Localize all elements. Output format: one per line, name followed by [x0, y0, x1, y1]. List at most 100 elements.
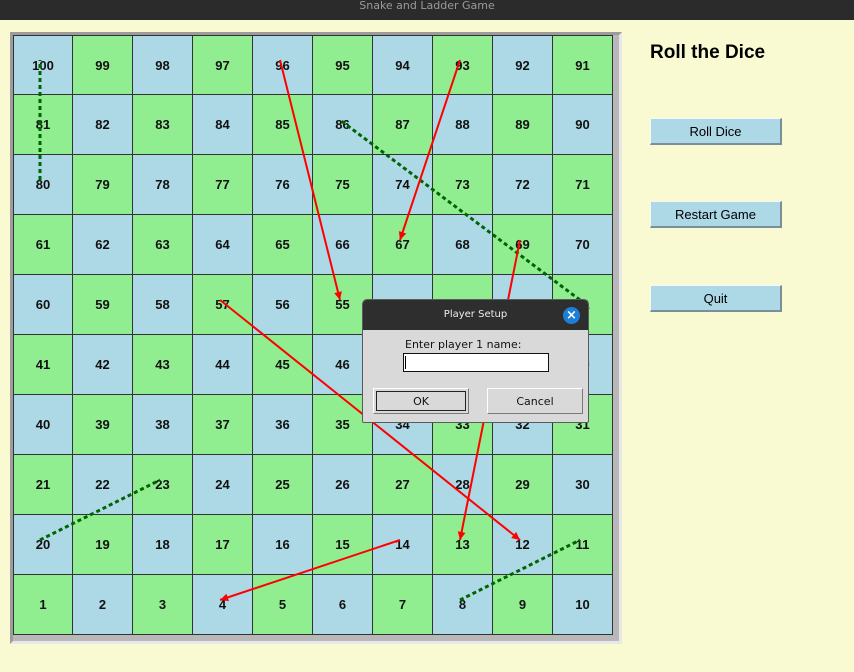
board-cell-66: 66: [313, 215, 373, 275]
board-cell-5: 5: [253, 575, 313, 635]
player-name-label: Enter player 1 name:: [405, 338, 522, 351]
board-cell-67: 67: [373, 215, 433, 275]
ok-button[interactable]: OK: [373, 388, 469, 414]
board-cell-4: 4: [193, 575, 253, 635]
board-cell-89: 89: [493, 95, 553, 155]
board-cell-19: 19: [73, 515, 133, 575]
board-cell-18: 18: [133, 515, 193, 575]
board-cell-28: 28: [433, 455, 493, 515]
board-cell-39: 39: [73, 395, 133, 455]
board-cell-8: 8: [433, 575, 493, 635]
board-cell-29: 29: [493, 455, 553, 515]
board-cell-72: 72: [493, 155, 553, 215]
board-cell-15: 15: [313, 515, 373, 575]
board-cell-43: 43: [133, 335, 193, 395]
board-cell-45: 45: [253, 335, 313, 395]
dialog-title-bar: Player Setup: [363, 300, 588, 330]
board-cell-71: 71: [553, 155, 613, 215]
board-cell-40: 40: [13, 395, 73, 455]
board-cell-60: 60: [13, 275, 73, 335]
board-cell-56: 56: [253, 275, 313, 335]
board-cell-95: 95: [313, 35, 373, 95]
restart-game-button[interactable]: Restart Game: [650, 201, 782, 228]
board-cell-85: 85: [253, 95, 313, 155]
board-cell-6: 6: [313, 575, 373, 635]
board-cell-75: 75: [313, 155, 373, 215]
board-cell-63: 63: [133, 215, 193, 275]
board-cell-80: 80: [13, 155, 73, 215]
board-cell-14: 14: [373, 515, 433, 575]
text-cursor: [405, 356, 406, 369]
board-cell-44: 44: [193, 335, 253, 395]
board-cell-37: 37: [193, 395, 253, 455]
board-cell-65: 65: [253, 215, 313, 275]
board-cell-9: 9: [493, 575, 553, 635]
board-cell-24: 24: [193, 455, 253, 515]
board-cell-77: 77: [193, 155, 253, 215]
board-cell-93: 93: [433, 35, 493, 95]
board-cell-61: 61: [13, 215, 73, 275]
board-cell-16: 16: [253, 515, 313, 575]
board-cell-100: 100: [13, 35, 73, 95]
board-cell-20: 20: [13, 515, 73, 575]
board-cell-42: 42: [73, 335, 133, 395]
board-cell-68: 68: [433, 215, 493, 275]
board-cell-12: 12: [493, 515, 553, 575]
board-cell-91: 91: [553, 35, 613, 95]
board-cell-26: 26: [313, 455, 373, 515]
board-cell-99: 99: [73, 35, 133, 95]
board-cell-1: 1: [13, 575, 73, 635]
board-cell-3: 3: [133, 575, 193, 635]
board-cell-17: 17: [193, 515, 253, 575]
close-icon[interactable]: ×: [563, 307, 580, 324]
board-cell-84: 84: [193, 95, 253, 155]
roll-dice-button[interactable]: Roll Dice: [650, 118, 782, 145]
player-name-input[interactable]: [403, 353, 549, 372]
board-cell-11: 11: [553, 515, 613, 575]
board-cell-2: 2: [73, 575, 133, 635]
board-cell-30: 30: [553, 455, 613, 515]
board-cell-86: 86: [313, 95, 373, 155]
board-cell-27: 27: [373, 455, 433, 515]
board-cell-22: 22: [73, 455, 133, 515]
board-cell-73: 73: [433, 155, 493, 215]
board-cell-23: 23: [133, 455, 193, 515]
dialog-title: Player Setup: [443, 309, 508, 320]
window-title-bar: Snake and Ladder Game: [0, 0, 854, 20]
board-cell-70: 70: [553, 215, 613, 275]
board-cell-96: 96: [253, 35, 313, 95]
board-cell-38: 38: [133, 395, 193, 455]
board-cell-59: 59: [73, 275, 133, 335]
side-title: Roll the Dice: [650, 42, 766, 63]
board-cell-62: 62: [73, 215, 133, 275]
board-cell-74: 74: [373, 155, 433, 215]
board-cell-41: 41: [13, 335, 73, 395]
board-cell-97: 97: [193, 35, 253, 95]
quit-button[interactable]: Quit: [650, 285, 782, 312]
board-cell-90: 90: [553, 95, 613, 155]
window-title: Snake and Ladder Game: [359, 0, 495, 12]
board-cell-98: 98: [133, 35, 193, 95]
board-cell-92: 92: [493, 35, 553, 95]
board-cell-87: 87: [373, 95, 433, 155]
board-cell-25: 25: [253, 455, 313, 515]
board-cell-88: 88: [433, 95, 493, 155]
board-cell-81: 81: [13, 95, 73, 155]
board-cell-57: 57: [193, 275, 253, 335]
cancel-button[interactable]: Cancel: [487, 388, 583, 414]
board-cell-10: 10: [553, 575, 613, 635]
board-cell-13: 13: [433, 515, 493, 575]
player-setup-dialog: Player Setup × Enter player 1 name: OK C…: [362, 299, 589, 423]
board-cell-58: 58: [133, 275, 193, 335]
board-cell-69: 69: [493, 215, 553, 275]
board-cell-83: 83: [133, 95, 193, 155]
board-cell-76: 76: [253, 155, 313, 215]
board-cell-36: 36: [253, 395, 313, 455]
board-cell-7: 7: [373, 575, 433, 635]
board-cell-94: 94: [373, 35, 433, 95]
board-cell-64: 64: [193, 215, 253, 275]
board-cell-82: 82: [73, 95, 133, 155]
board-cell-21: 21: [13, 455, 73, 515]
board-cell-78: 78: [133, 155, 193, 215]
board-cell-79: 79: [73, 155, 133, 215]
